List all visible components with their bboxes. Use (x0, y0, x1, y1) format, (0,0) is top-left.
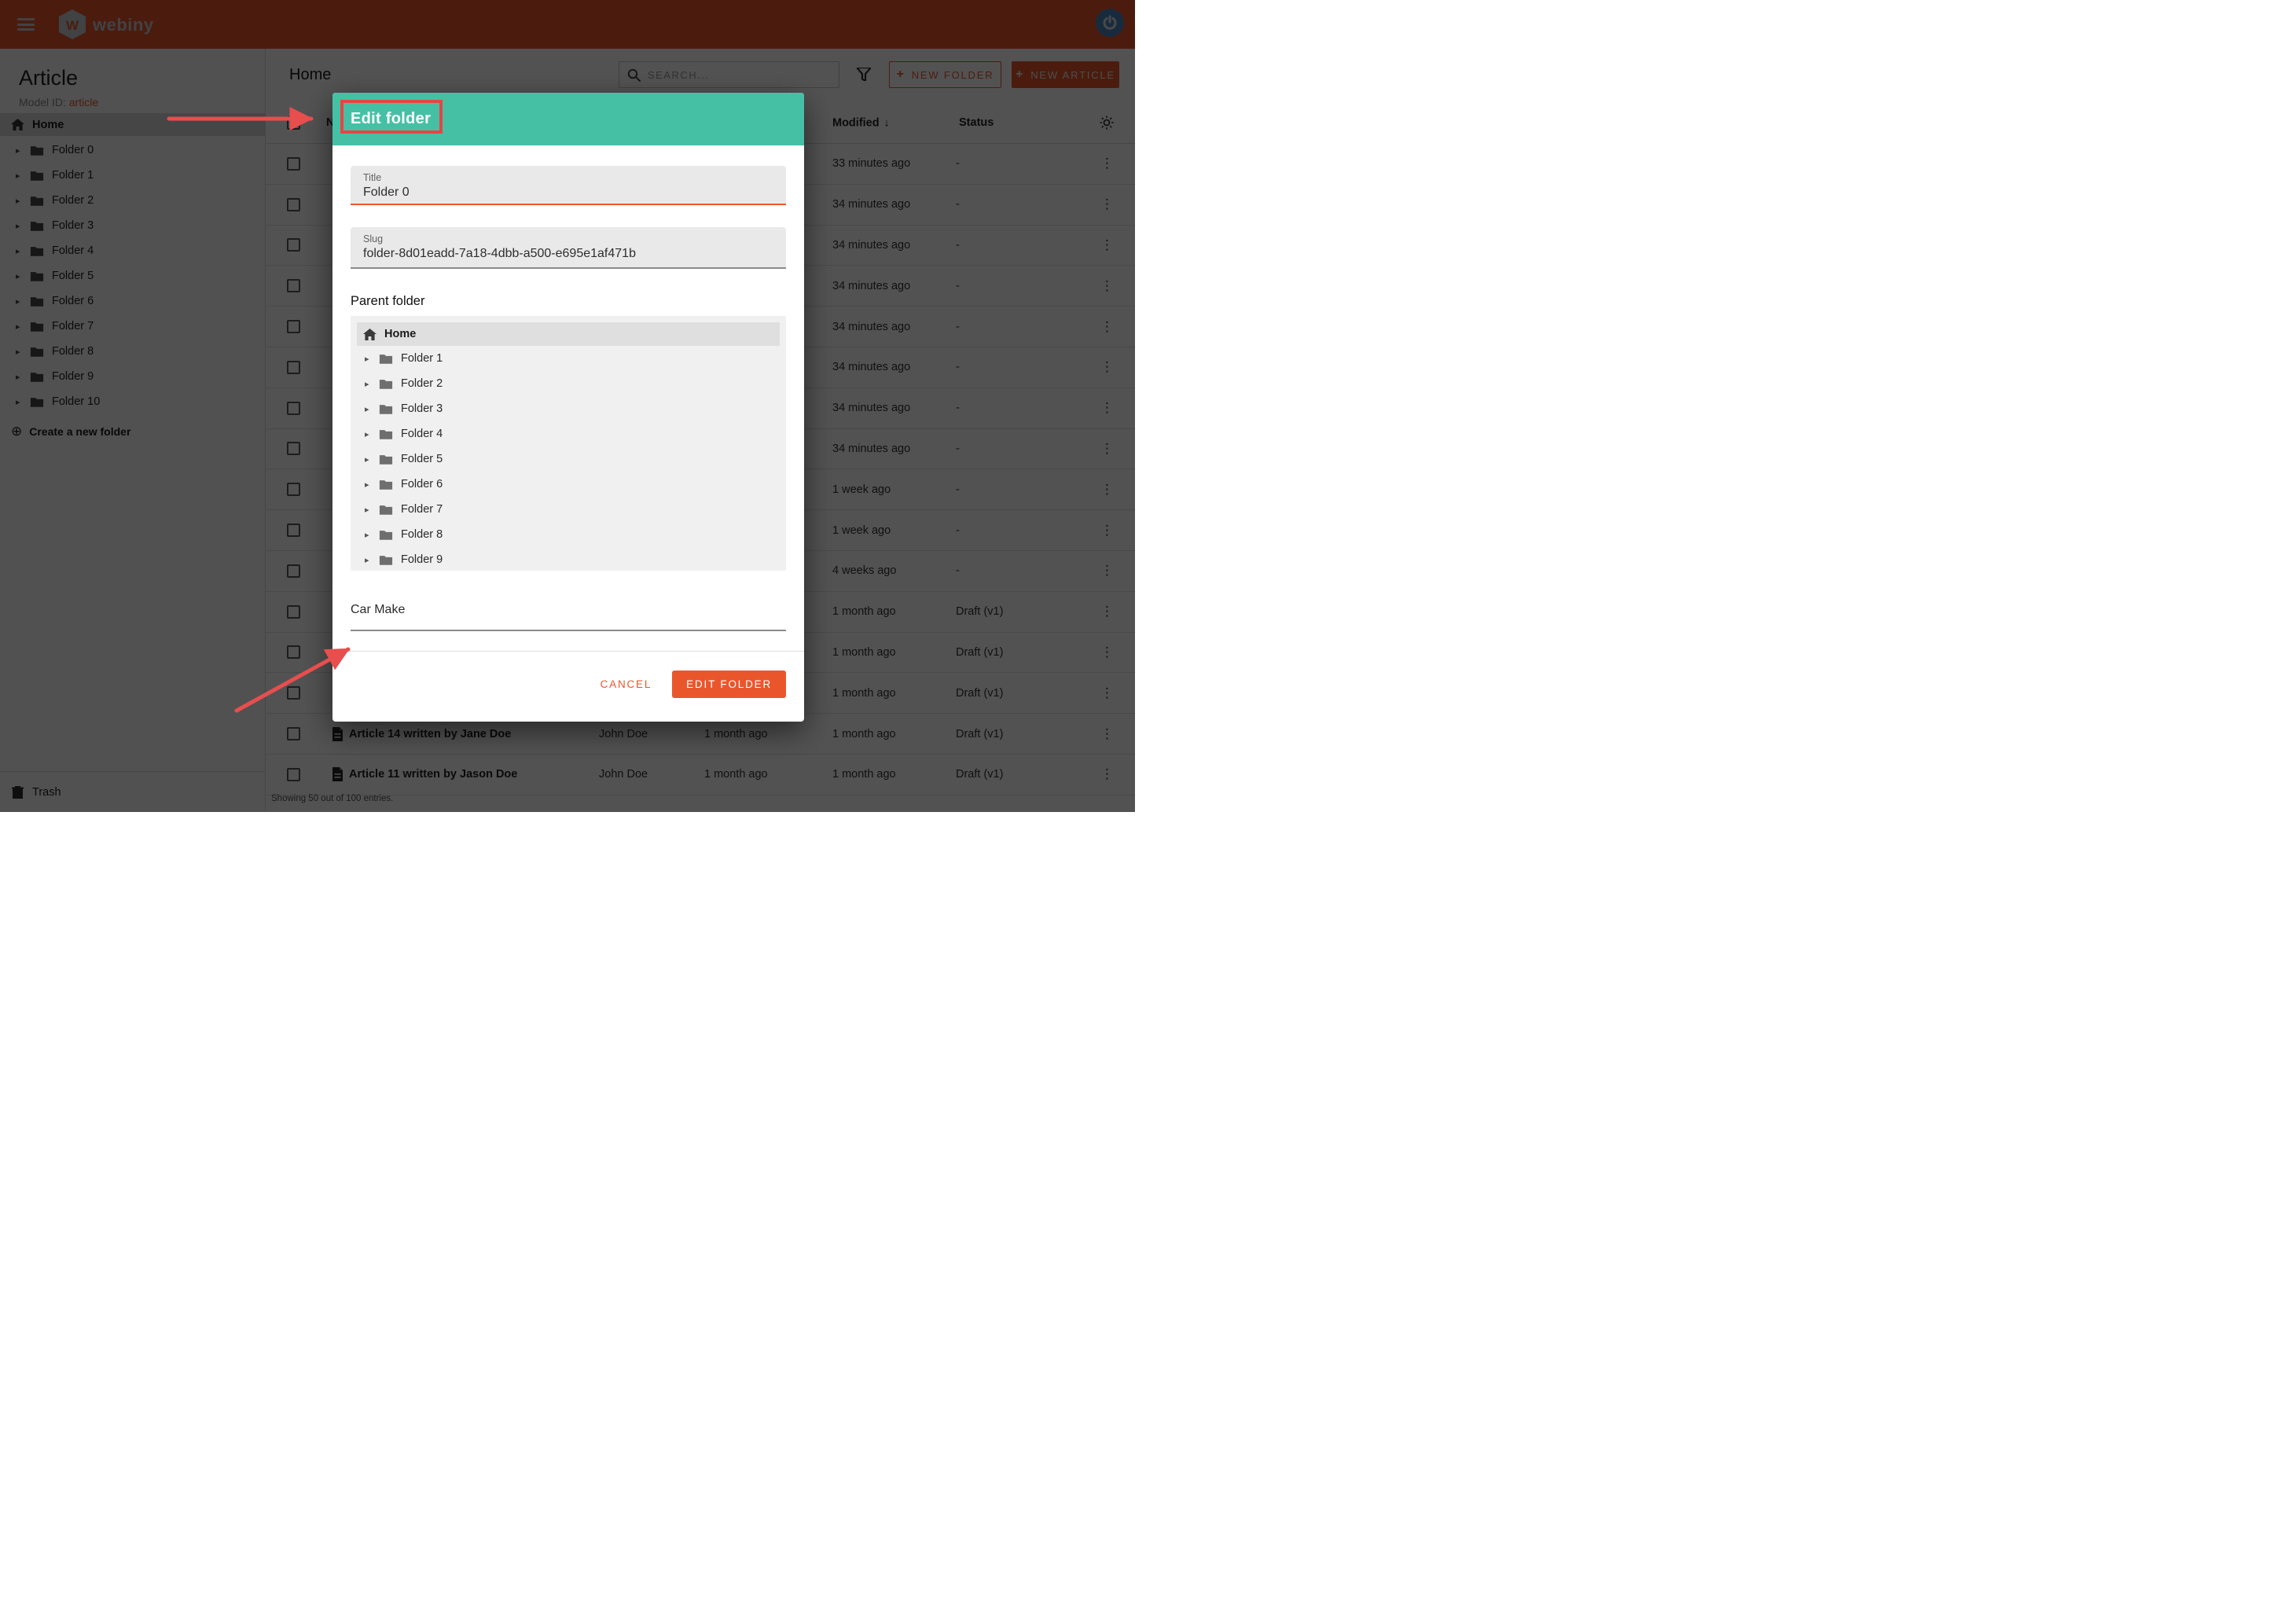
title-field[interactable]: Title Folder 0 (351, 166, 786, 205)
caret-right-icon[interactable]: ▸ (365, 354, 374, 364)
folder-icon (379, 504, 393, 516)
caret-right-icon[interactable]: ▸ (365, 530, 374, 540)
caret-right-icon[interactable]: ▸ (365, 404, 374, 414)
dialog-title: Edit folder (351, 110, 431, 128)
slug-field-value[interactable]: folder-8d01eadd-7a18-4dbb-a500-e695e1af4… (363, 247, 773, 261)
caret-right-icon[interactable]: ▸ (365, 429, 374, 439)
parent-folder-tree: Home ▸Folder 1 ▸Folder 2 ▸Folder 3 ▸Fold… (351, 316, 786, 571)
slug-field[interactable]: Slug folder-8d01eadd-7a18-4dbb-a500-e695… (351, 227, 786, 269)
folder-icon (379, 403, 393, 415)
tree-item-folder-9[interactable]: ▸Folder 9 (357, 547, 780, 571)
car-make-field[interactable]: Car Make (351, 590, 786, 631)
tree-item-folder-1[interactable]: ▸Folder 1 (357, 346, 780, 371)
folder-icon (379, 554, 393, 566)
folder-icon (379, 353, 393, 365)
title-field-value[interactable]: Folder 0 (363, 186, 773, 200)
footer-divider (332, 651, 804, 652)
tree-item-folder-3[interactable]: ▸Folder 3 (357, 396, 780, 421)
cancel-button[interactable]: CANCEL (601, 678, 652, 690)
folder-icon (379, 479, 393, 491)
caret-right-icon[interactable]: ▸ (365, 555, 374, 565)
dialog-header: Edit folder (332, 93, 804, 145)
tree-item-folder-2[interactable]: ▸Folder 2 (357, 371, 780, 396)
tree-item-home[interactable]: Home (357, 322, 780, 346)
tree-item-folder-4[interactable]: ▸Folder 4 (357, 421, 780, 446)
folder-icon (379, 428, 393, 440)
edit-folder-dialog: Edit folder Title Folder 0 Slug folder-8… (332, 93, 804, 722)
parent-folder-label: Parent folder (351, 294, 786, 309)
caret-right-icon[interactable]: ▸ (365, 479, 374, 490)
edit-folder-submit-button[interactable]: EDIT FOLDER (672, 671, 786, 698)
tree-item-folder-8[interactable]: ▸Folder 8 (357, 522, 780, 547)
home-icon (363, 329, 376, 340)
folder-icon (379, 529, 393, 541)
caret-right-icon[interactable]: ▸ (365, 454, 374, 465)
folder-icon (379, 378, 393, 390)
caret-right-icon[interactable]: ▸ (365, 379, 374, 389)
tree-item-folder-7[interactable]: ▸Folder 7 (357, 497, 780, 522)
tree-item-folder-6[interactable]: ▸Folder 6 (357, 472, 780, 497)
caret-right-icon[interactable]: ▸ (365, 505, 374, 515)
car-make-value[interactable]: Car Make (351, 603, 405, 617)
dialog-footer: CANCEL EDIT FOLDER (351, 671, 786, 698)
tree-item-folder-5[interactable]: ▸Folder 5 (357, 446, 780, 472)
folder-icon (379, 454, 393, 465)
